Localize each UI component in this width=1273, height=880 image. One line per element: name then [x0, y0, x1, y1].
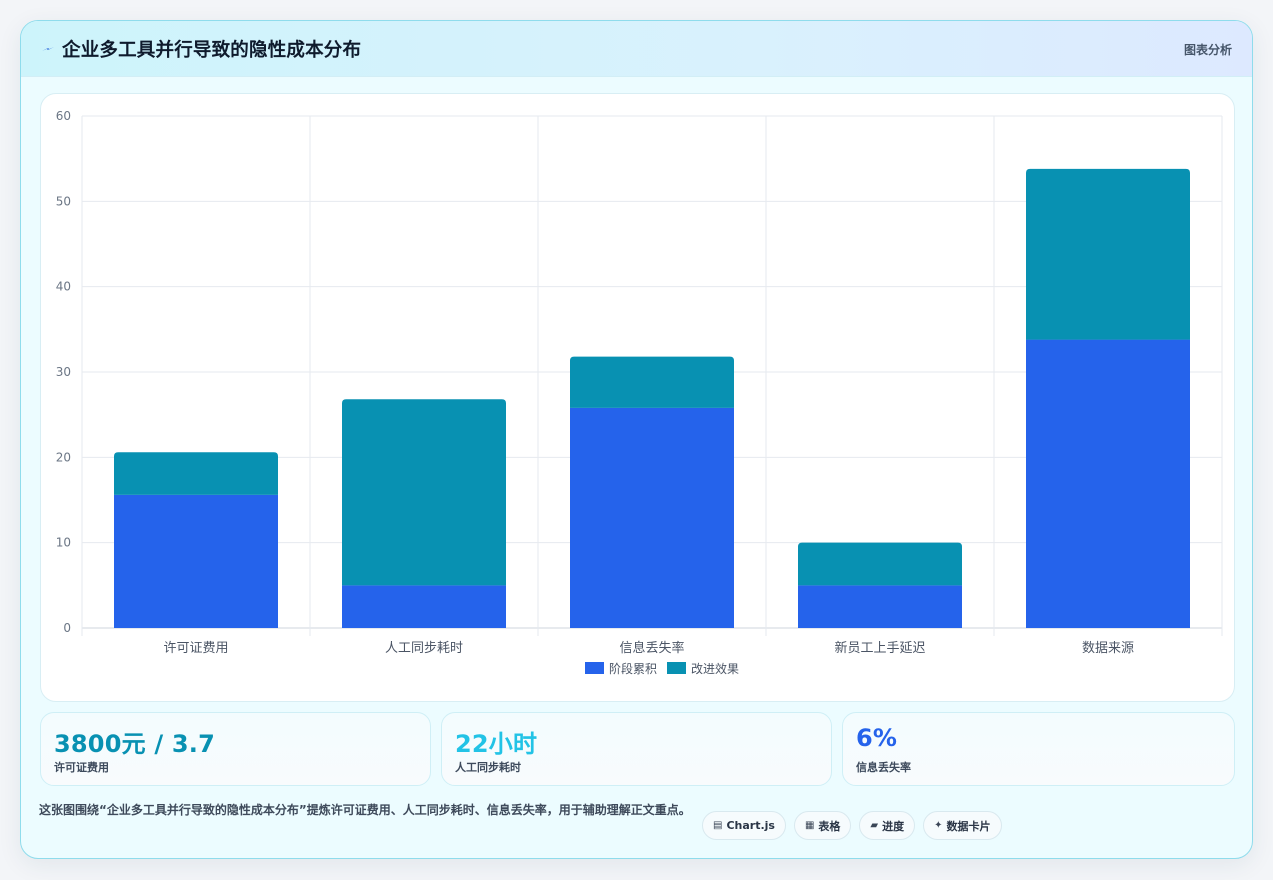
bar-segment-improve [114, 452, 278, 495]
page-title: 企业多工具并行导致的隐性成本分布 [62, 40, 362, 61]
chip-progress[interactable]: ▰ 进度 [859, 811, 916, 840]
lightning-icon [42, 47, 54, 51]
stat-label: 人工同步耗时 [455, 761, 521, 774]
y-tick-label: 60 [56, 109, 71, 123]
chip-label: Chart.js [726, 819, 775, 832]
tool-chips: ▤ Chart.js ▦ 表格 ▰ 进度 ✦ 数据卡片 [702, 811, 1002, 840]
chart-icon: ▤ [713, 820, 723, 831]
legend-swatch [585, 662, 604, 674]
chip-table[interactable]: ▦ 表格 [793, 811, 852, 840]
chip-label: 进度 [882, 819, 905, 833]
chip-label: 数据卡片 [946, 819, 991, 833]
legend-label: 改进效果 [691, 661, 739, 676]
legend-label: 阶段累积 [609, 661, 657, 676]
x-tick-label: 新员工上手延迟 [834, 640, 925, 656]
bar-segment-stage [798, 585, 962, 628]
stat-label: 许可证费用 [54, 761, 109, 774]
stat-value: 22小时 [455, 730, 538, 758]
legend-swatch [667, 662, 686, 674]
stacked-bar-chart: 0 10 20 30 40 50 60 许可证费用 人工同步耗时 信息丢失率 新员工上手延迟 数据来源… [56, 109, 1223, 676]
chart-analysis-tag[interactable]: 图表分析 [1184, 41, 1232, 58]
bar-segment-stage [114, 494, 278, 628]
y-tick-label: 0 [63, 621, 71, 635]
x-tick-label: 信息丢失率 [619, 640, 684, 656]
y-tick-label: 50 [56, 194, 71, 208]
stat-label: 信息丢失率 [856, 761, 911, 774]
bar-segment-stage [1026, 339, 1190, 628]
y-tick-label: 30 [56, 365, 71, 379]
x-tick-label: 许可证费用 [163, 641, 228, 656]
bar-segment-improve [1026, 168, 1190, 340]
card-header: 企业多工具并行导致的隐性成本分布 图表分析 [21, 21, 1252, 77]
chip-chartjs[interactable]: ▤ Chart.js [702, 811, 786, 840]
table-icon: ▦ [804, 820, 815, 831]
chart-description: 这张图围绕“企业多工具并行导致的隐性成本分布”提炼许可证费用、人工同步耗时、信息… [39, 803, 691, 817]
chip-data-card[interactable]: ✦ 数据卡片 [923, 811, 1002, 840]
stat-value: 3800元 / 3.7 [54, 730, 215, 758]
bar-segment-stage [342, 585, 506, 628]
chip-label: 表格 [818, 819, 841, 833]
bar-segment-stage [570, 407, 734, 628]
y-tick-label: 10 [56, 536, 71, 550]
stat-card-sync-time: 22小时 人工同步耗时 [441, 712, 832, 786]
bar-segment-improve [570, 356, 734, 408]
y-tick-label: 20 [56, 450, 71, 464]
y-tick-label: 40 [56, 280, 71, 294]
bar-segment-improve [798, 542, 962, 586]
x-tick-label: 数据来源 [1082, 641, 1134, 656]
x-tick-label: 人工同步耗时 [385, 641, 463, 656]
progress-icon: ▰ [870, 820, 879, 831]
stat-card-license: 3800元 / 3.7 许可证费用 [40, 712, 431, 786]
sparkle-icon: ✦ [934, 820, 943, 831]
chart-panel: 0 10 20 30 40 50 60 许可证费用 人工同步耗时 信息丢失率 新员工上手延迟 数据来源… [40, 93, 1235, 702]
chart-card: 企业多工具并行导致的隐性成本分布 图表分析 0 10 20 30 40 50 60 许可证费用… [20, 20, 1253, 859]
stat-card-info-loss: 6% 信息丢失率 [842, 712, 1235, 786]
stat-value: 6% [856, 724, 898, 752]
bar-segment-improve [342, 399, 506, 586]
